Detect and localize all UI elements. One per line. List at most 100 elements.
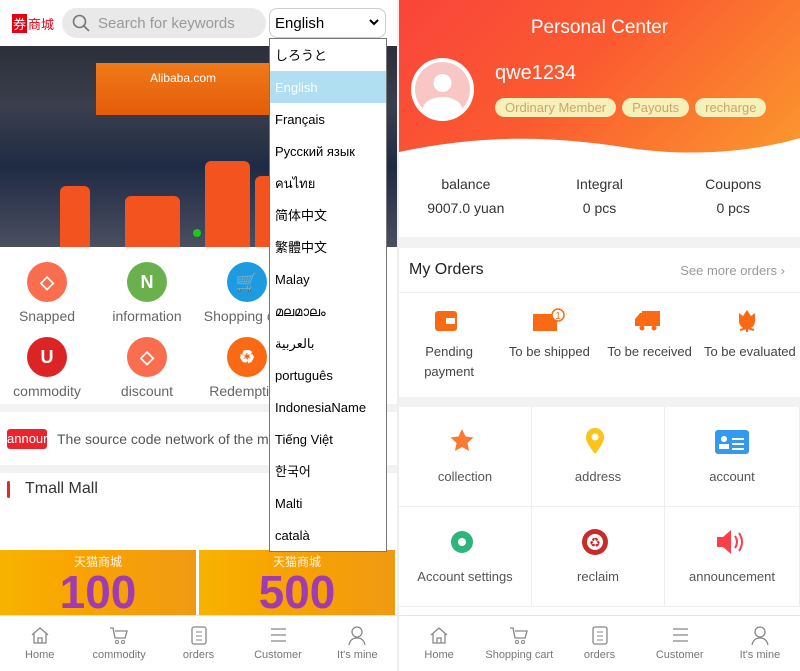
service-announcement[interactable]: announcement (665, 507, 800, 607)
language-option[interactable]: മലമാലം (270, 295, 386, 327)
language-option[interactable]: しろうと (270, 39, 386, 71)
chevron-down-icon (369, 19, 379, 26)
shortcut-commodity[interactable]: Ucommodity (0, 337, 97, 399)
language-option[interactable]: คนไทย (270, 167, 386, 199)
username: qwe1234 (495, 62, 577, 84)
language-option[interactable]: 한국어 (270, 455, 386, 487)
bottom-nav: Home Shopping cart orders Customer It's mine (399, 615, 800, 671)
avatar[interactable] (411, 58, 474, 121)
bottom-nav: Home commodity orders Customer It's mine (0, 615, 397, 671)
nav-label: Home (424, 649, 454, 661)
stat-integral[interactable]: Integral 0 pcs (533, 172, 667, 220)
order-pending-payment[interactable]: Pending payment (399, 308, 499, 382)
cart-icon: 🛒 (227, 262, 267, 302)
service-reclaim[interactable]: ♻ reclaim (532, 507, 665, 607)
order-to-be-received[interactable]: To be received (600, 308, 700, 382)
promo-banner[interactable]: 天猫商城 500 (199, 550, 395, 615)
language-option[interactable]: English (270, 71, 386, 103)
stat-label: Coupons (705, 176, 762, 192)
language-option[interactable]: Malti (270, 487, 386, 519)
nav-it-s-mine[interactable]: It's mine (318, 616, 397, 671)
orders-icon (591, 626, 608, 645)
order-to-be-shipped[interactable]: 1 To be shipped (499, 308, 599, 382)
service-label: reclaim (577, 569, 619, 584)
shortcut-label: commodity (13, 383, 81, 399)
carousel-indicator[interactable] (193, 229, 201, 237)
service-address[interactable]: address (532, 407, 665, 507)
tag-icon: ◇ (127, 337, 167, 377)
nav-commodity[interactable]: commodity (79, 616, 158, 671)
shortcut-snapped[interactable]: ◇ Snapped (0, 262, 97, 324)
stat-coupons[interactable]: Coupons 0 pcs (666, 172, 800, 220)
service-collection[interactable]: collection (399, 407, 532, 507)
page-title: Personal Center (530, 17, 669, 38)
home-icon (430, 627, 448, 644)
language-option[interactable]: català (270, 519, 386, 551)
location-pin-icon (586, 428, 604, 454)
wallet-icon (435, 311, 458, 331)
language-option[interactable]: بالعربية (270, 327, 386, 359)
language-option[interactable]: Français (270, 103, 386, 135)
announcement-text: The source code network of the mall (57, 430, 283, 447)
language-option[interactable]: Malay (270, 263, 386, 295)
gear-icon (451, 531, 473, 553)
banner-sign: Alibaba.com (96, 63, 270, 115)
nav-label: commodity (92, 649, 146, 661)
service-label: address (574, 469, 622, 484)
nav-orders[interactable]: orders (559, 616, 639, 671)
search-icon (72, 14, 90, 32)
language-option[interactable]: português (270, 359, 386, 391)
nav-customer[interactable]: Customer (640, 616, 720, 671)
payouts-button[interactable]: Payouts (622, 98, 690, 117)
promo-amount: 500 (258, 566, 336, 615)
service-account-settings[interactable]: Account settings (399, 507, 532, 607)
service-grid: collection address account Account settings… (399, 407, 800, 607)
recycle-icon: ♻ (227, 337, 267, 377)
promo-title: 天猫商城 (73, 555, 122, 569)
nav-orders[interactable]: orders (159, 616, 238, 671)
nav-shopping-cart[interactable]: Shopping cart (479, 616, 559, 671)
announcement-tag: announcement (7, 428, 47, 449)
home-screen: 券商城 Search for keywords English Alibaba.… (0, 0, 397, 671)
logo[interactable]: 券商城 (12, 13, 54, 33)
nav-label: It's mine (337, 649, 378, 661)
see-more-label: See more orders (680, 262, 778, 278)
nav-customer[interactable]: Customer (238, 616, 317, 671)
nav-it-s-mine[interactable]: It's mine (720, 616, 800, 671)
stat-balance[interactable]: balance 9007.0 yuan (399, 172, 533, 220)
shortcut-information[interactable]: Ninformation (97, 262, 197, 324)
stat-label: balance (441, 176, 491, 192)
menu-icon (270, 628, 286, 642)
personal-center-screen: Personal Center qwe1234 Ordinary Member … (399, 0, 800, 671)
see-more-orders-link[interactable]: See more orders › (680, 263, 785, 278)
cart-icon (510, 627, 529, 644)
order-label: Pending payment (424, 344, 475, 379)
language-option[interactable]: Tiếng Việt (270, 423, 386, 455)
promo-banner[interactable]: 天猫商城 100 (0, 550, 196, 615)
star-icon (450, 429, 474, 451)
order-label: To be received (607, 344, 692, 359)
service-label: collection (437, 469, 493, 484)
nav-label: Customer (254, 649, 302, 661)
search-input[interactable]: Search for keywords (62, 8, 267, 38)
language-option[interactable]: Русский язык (270, 135, 386, 167)
nav-label: Home (25, 649, 55, 661)
language-option[interactable]: 简体中文 (270, 199, 386, 231)
service-account[interactable]: account (665, 407, 800, 507)
language-option[interactable]: IndonesiaName (270, 391, 386, 423)
order-to-be-evaluated[interactable]: To be evaluated (700, 308, 800, 382)
language-select-value: English (275, 14, 325, 32)
user-icon (751, 626, 769, 646)
language-select[interactable]: English (269, 8, 386, 38)
recharge-button[interactable]: recharge (695, 98, 767, 117)
shortcut-discount[interactable]: ◇ discount (97, 337, 197, 399)
nav-home[interactable]: Home (399, 616, 479, 671)
language-option[interactable]: 繁體中文 (270, 231, 386, 263)
orders-icon (190, 626, 207, 645)
recycle-icon: ♻ (582, 529, 608, 555)
home-icon (31, 627, 49, 644)
nav-home[interactable]: Home (0, 616, 79, 671)
section-title: Tmall Mall (7, 480, 98, 498)
stat-value: 0 pcs (716, 200, 750, 216)
stat-value: 0 pcs (582, 200, 617, 216)
